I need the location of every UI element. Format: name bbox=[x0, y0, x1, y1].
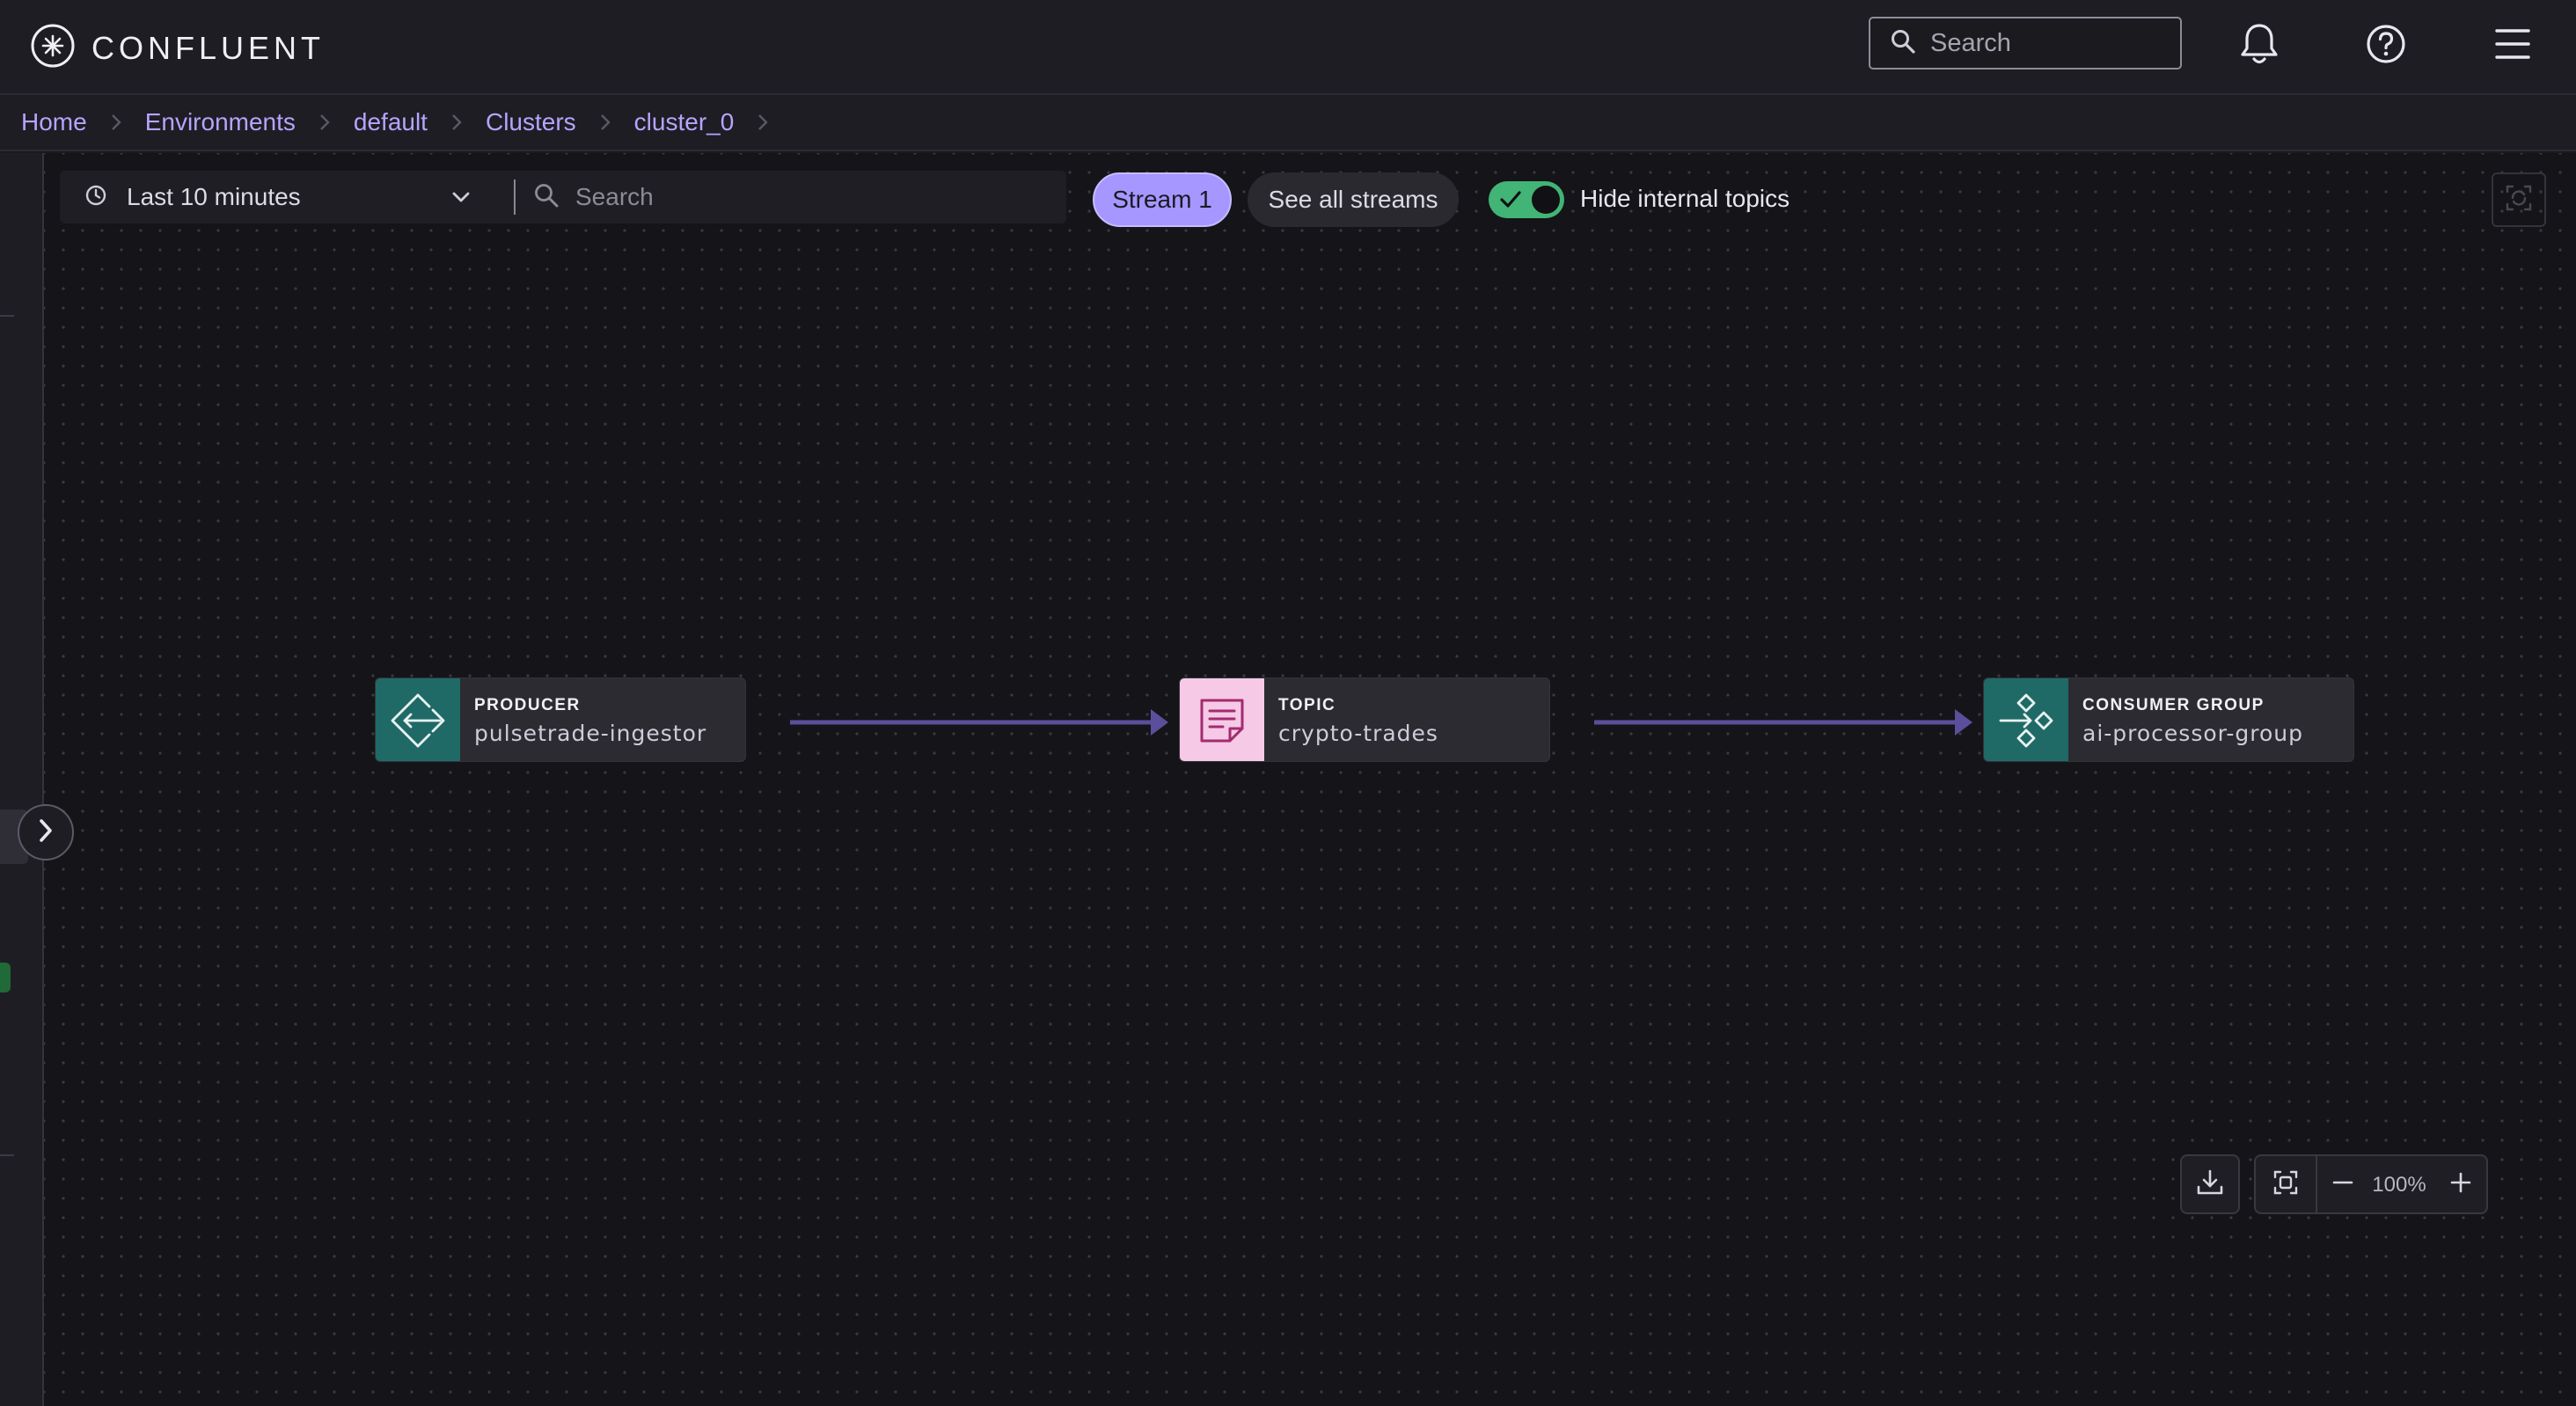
node-name-label: crypto-trades bbox=[1278, 721, 1438, 746]
chevron-right-icon bbox=[757, 113, 769, 132]
node-name-label: pulsetrade-ingestor bbox=[474, 721, 707, 746]
expand-panel-button[interactable] bbox=[18, 804, 74, 860]
topic-node[interactable]: TOPIC crypto-trades bbox=[1179, 677, 1550, 762]
edge-producer-to-topic bbox=[790, 709, 1168, 736]
confluent-logo-icon bbox=[30, 23, 76, 73]
zoom-in-button[interactable] bbox=[2439, 1156, 2483, 1212]
consumer-group-node[interactable]: CONSUMER GROUP ai-processor-group bbox=[1983, 677, 2354, 762]
help-button[interactable] bbox=[2361, 21, 2411, 70]
download-button[interactable] bbox=[2180, 1154, 2240, 1214]
confluent-logo[interactable]: CONFLUENT bbox=[30, 23, 325, 73]
lineage-edges bbox=[790, 709, 1972, 736]
rail-divider bbox=[0, 315, 14, 317]
node-type-label: CONSUMER GROUP bbox=[2082, 696, 2265, 714]
zoom-level: 100% bbox=[2372, 1173, 2426, 1197]
chevron-right-icon bbox=[36, 817, 55, 848]
chevron-right-icon bbox=[450, 113, 463, 132]
bell-icon bbox=[2239, 22, 2280, 70]
chevron-right-icon bbox=[318, 113, 331, 132]
node-name-label: ai-processor-group bbox=[2082, 721, 2303, 746]
breadcrumb-home[interactable]: Home bbox=[21, 108, 87, 136]
chevron-right-icon bbox=[110, 113, 122, 132]
breadcrumb-clusters[interactable]: Clusters bbox=[486, 108, 576, 136]
breadcrumb-environments[interactable]: Environments bbox=[145, 108, 296, 136]
consumer-group-icon bbox=[1984, 678, 2068, 761]
rail-status-indicator bbox=[0, 963, 11, 992]
side-rail bbox=[0, 153, 44, 1406]
menu-icon bbox=[2493, 26, 2532, 66]
node-type-label: PRODUCER bbox=[474, 696, 581, 714]
zoom-controls: 100% bbox=[2254, 1154, 2488, 1214]
fit-view-icon bbox=[2272, 1168, 2300, 1201]
global-search-input[interactable] bbox=[1928, 27, 2161, 59]
fit-view-button[interactable] bbox=[2256, 1156, 2317, 1212]
edge-topic-to-consumer bbox=[1594, 709, 1972, 736]
global-search[interactable] bbox=[1869, 17, 2182, 70]
producer-icon bbox=[376, 678, 460, 761]
chevron-right-icon bbox=[599, 113, 611, 132]
breadcrumb-cluster[interactable]: cluster_0 bbox=[634, 108, 735, 136]
download-icon bbox=[2195, 1168, 2225, 1202]
stream-lineage-canvas[interactable]: Last 10 minutes Stream 1 See all streams… bbox=[44, 153, 2576, 1406]
brand-name: CONFLUENT bbox=[91, 29, 326, 66]
help-icon bbox=[2365, 23, 2407, 70]
top-bar: CONFLUENT bbox=[0, 0, 2576, 95]
plus-icon bbox=[2448, 1170, 2473, 1199]
notifications-button[interactable] bbox=[2235, 21, 2284, 70]
producer-node[interactable]: PRODUCER pulsetrade-ingestor bbox=[375, 677, 746, 762]
search-icon bbox=[1890, 28, 1916, 59]
node-type-label: TOPIC bbox=[1278, 696, 1336, 714]
main-menu-button[interactable] bbox=[2488, 21, 2537, 70]
minus-icon bbox=[2331, 1170, 2355, 1199]
breadcrumb-default[interactable]: default bbox=[354, 108, 428, 136]
breadcrumb: Home Environments default Clusters clust… bbox=[0, 95, 2576, 151]
rail-divider bbox=[0, 1154, 14, 1156]
zoom-out-button[interactable] bbox=[2323, 1156, 2363, 1212]
topic-icon bbox=[1180, 678, 1264, 761]
